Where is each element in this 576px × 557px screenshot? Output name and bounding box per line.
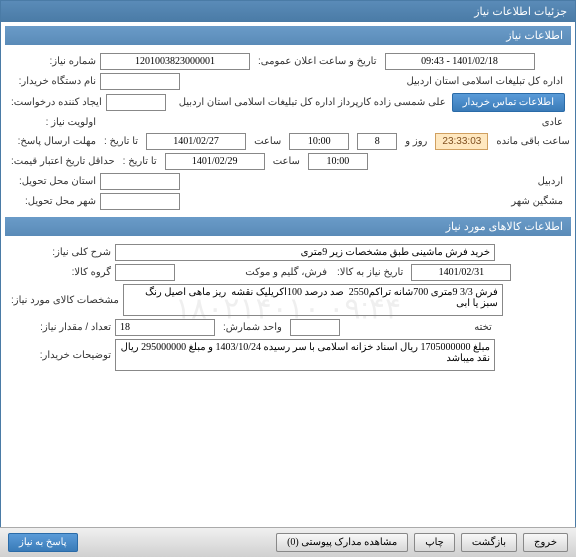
- rooz-label: روز و: [401, 136, 431, 147]
- unit-label: واحد شمارش:: [219, 322, 286, 333]
- buyer-notes-label: توضیحات خریدار:: [11, 350, 111, 361]
- buyer-name-input: [100, 73, 180, 90]
- province-label: استان محل تحویل:: [11, 176, 96, 187]
- priority-value: عادی: [100, 115, 565, 130]
- print-button[interactable]: چاپ: [414, 533, 455, 552]
- reply-deadline-label: مهلت ارسال پاسخ:: [11, 136, 96, 147]
- announce-date-input: [385, 53, 535, 70]
- general-desc-input: [115, 244, 495, 261]
- buyer-contact-button[interactable]: اطلاعات تماس خریدار: [452, 93, 565, 112]
- prev-button[interactable]: بازگشت: [461, 533, 517, 552]
- to-date-label-2: تا تاریخ :: [119, 156, 161, 167]
- section-goods-header: اطلاعات کالاهای مورد نیاز: [5, 217, 571, 236]
- group-input: [115, 264, 175, 281]
- reply-button[interactable]: پاسخ به نیاز: [8, 533, 78, 552]
- group-value: فرش، گلیم و موکت: [179, 265, 329, 280]
- requester-input: [106, 94, 166, 111]
- priority-label: اولویت نیاز :: [11, 117, 96, 128]
- section-info-header: اطلاعات نیاز: [5, 26, 571, 45]
- specs-label: مشخصات کالای مورد نیاز:: [11, 295, 119, 306]
- to-date-label-1: تا تاریخ :: [100, 136, 142, 147]
- countdown-timer: 23:33:03: [435, 133, 488, 150]
- need-date-label: تاریخ نیاز به کالا:: [333, 267, 407, 278]
- reply-time-input: [289, 133, 349, 150]
- announce-date-label: تاریخ و ساعت اعلان عمومی:: [254, 56, 381, 67]
- requester-label: ایجاد کننده درخواست:: [11, 97, 102, 108]
- price-date-input: [165, 153, 265, 170]
- days-remaining-input: [357, 133, 397, 150]
- qty-input: [115, 319, 215, 336]
- countdown-suffix-label: ساعت باقی مانده: [492, 136, 573, 147]
- bottom-toolbar: خروج بازگشت چاپ مشاهده مدارک پیوستی (0) …: [0, 527, 576, 557]
- window-title: جزئیات اطلاعات نیاز: [1, 1, 575, 22]
- unit-value: تخته: [344, 320, 494, 335]
- qty-label: تعداد / مقدار نیاز:: [11, 322, 111, 333]
- city-value: مشگین شهر: [184, 194, 565, 209]
- city-label: شهر محل تحویل:: [11, 196, 96, 207]
- price-time-input: [308, 153, 368, 170]
- reply-date-input: [146, 133, 246, 150]
- group-label: گروه کالا:: [11, 267, 111, 278]
- general-desc-label: شرح کلی نیاز:: [11, 247, 111, 258]
- province-value: اردبیل: [184, 174, 565, 189]
- niaz-no-label: شماره نیاز:: [11, 56, 96, 67]
- exit-button[interactable]: خروج: [523, 533, 568, 552]
- buyer-name-value: اداره کل تبلیغات اسلامی استان اردبیل: [184, 74, 565, 89]
- city-input: [100, 193, 180, 210]
- buyer-name-label: نام دستگاه خریدار:: [11, 76, 96, 87]
- buyer-notes-textarea: مبلغ 1705000000 ریال اسناد خزانه اسلامی …: [115, 339, 495, 371]
- price-validity-label: حداقل تاریخ اعتبار قیمت:: [11, 156, 115, 167]
- need-date-input: [411, 264, 511, 281]
- unit-input: [290, 319, 340, 336]
- requester-value: علی شمسی زاده کارپرداز اداره کل تبلیغات …: [170, 95, 448, 110]
- niaz-no-input: [100, 53, 250, 70]
- saat-label-1: ساعت: [250, 136, 285, 147]
- specs-textarea: فرش 3/3 9متری 700شانه تراکم2550 صد درصد …: [123, 284, 503, 316]
- attachments-button[interactable]: مشاهده مدارک پیوستی (0): [276, 533, 408, 552]
- saat-label-2: ساعت: [269, 156, 304, 167]
- province-input: [100, 173, 180, 190]
